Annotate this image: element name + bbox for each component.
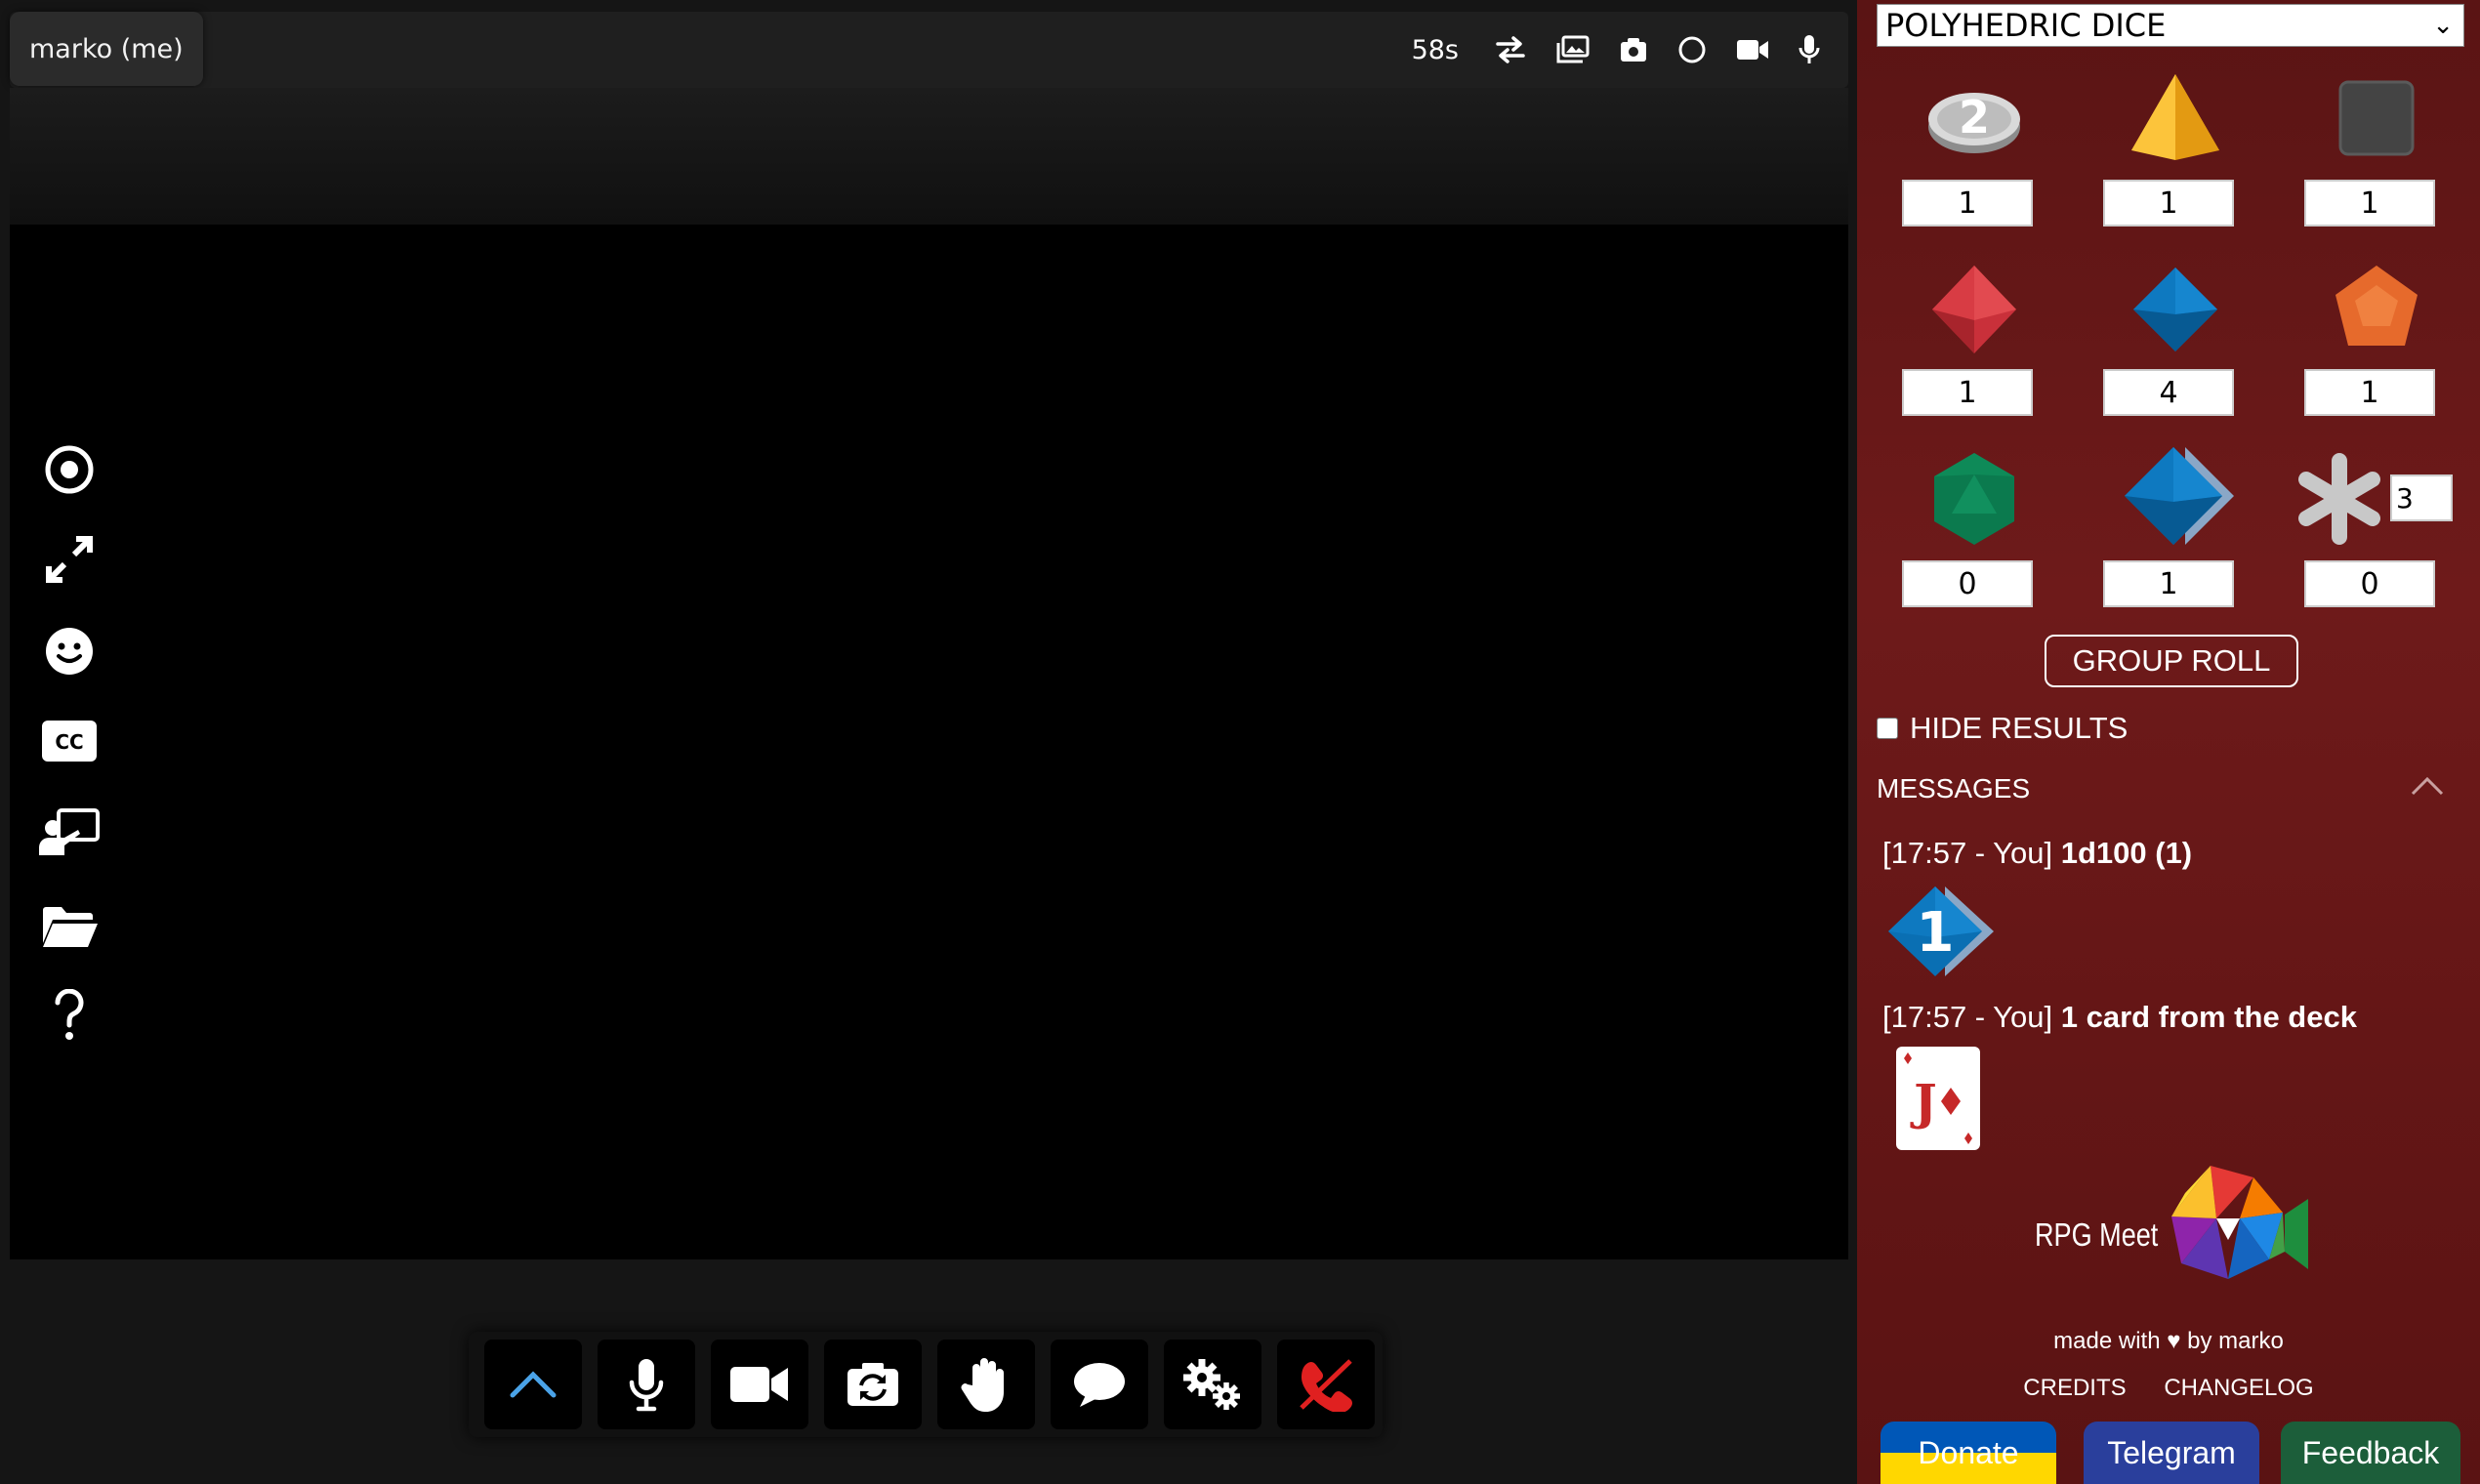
- hide-results-toggle[interactable]: HIDE RESULTS: [1877, 711, 2128, 746]
- switch-camera-button[interactable]: [824, 1340, 922, 1429]
- coin-count-input[interactable]: 1: [1902, 180, 2033, 227]
- dice-set-value: POLYHEDRIC DICE: [1885, 7, 2167, 44]
- message-prefix: [17:57 - You]: [1882, 836, 2053, 870]
- settings-button[interactable]: [1164, 1340, 1261, 1429]
- call-timer: 58s: [1411, 34, 1459, 65]
- video-header-band: [10, 88, 1848, 225]
- target-icon[interactable]: [37, 437, 102, 502]
- d100-die-icon[interactable]: [2113, 441, 2234, 549]
- image-icon[interactable]: [1556, 32, 1590, 67]
- help-icon[interactable]: [37, 984, 102, 1049]
- d10-die-icon[interactable]: [2122, 256, 2229, 363]
- footer-links: CREDITS CHANGELOG: [1857, 1375, 2480, 1402]
- donate-button[interactable]: Donate: [1881, 1422, 2056, 1484]
- raise-hand-icon: [961, 1358, 1004, 1412]
- changelog-link[interactable]: CHANGELOG: [2164, 1375, 2313, 1401]
- top-controls: 58s: [1412, 12, 1820, 88]
- card-rank: J: [1910, 1073, 1937, 1131]
- video-camera-icon: [730, 1367, 788, 1402]
- hang-up-icon: [1300, 1359, 1352, 1412]
- record-circle-icon[interactable]: [1677, 32, 1707, 67]
- dice-panel: POLYHEDRIC DICE ⌄ 2 1 1 1 1 4 1 3 0 1 0 …: [1857, 0, 2480, 1484]
- d4-count-input[interactable]: 1: [2103, 180, 2234, 227]
- folder-icon[interactable]: [37, 894, 102, 959]
- user-name-label: marko (me): [29, 33, 184, 64]
- chat-icon: [1074, 1363, 1125, 1407]
- feedback-button[interactable]: Feedback: [2281, 1422, 2460, 1484]
- message-text: 1 card from the deck: [2060, 1000, 2357, 1034]
- present-screen-icon[interactable]: [37, 801, 102, 865]
- message-prefix: [17:57 - You]: [1882, 1000, 2053, 1034]
- chevron-up-icon[interactable]: [2410, 775, 2445, 802]
- hide-results-label: HIDE RESULTS: [1910, 711, 2129, 745]
- svg-text:CC: CC: [55, 730, 83, 754]
- microphone-button[interactable]: [598, 1340, 695, 1429]
- rpg-meet-logo: [2146, 1162, 2312, 1314]
- playing-card-icon: J: [1892, 1045, 1984, 1152]
- message-item: [17:57 - You] 1 card from the deck: [1882, 1000, 2357, 1035]
- d6-count-input[interactable]: 1: [2304, 180, 2435, 227]
- camera-snapshot-icon[interactable]: [1619, 32, 1648, 67]
- microphone-icon[interactable]: [1798, 32, 1820, 67]
- emoji-icon[interactable]: [37, 619, 102, 683]
- switch-camera-icon: [847, 1363, 898, 1406]
- brand-name: RPG Meet: [2035, 1216, 2159, 1253]
- chevron-up-icon[interactable]: [484, 1340, 582, 1429]
- chat-button[interactable]: [1051, 1340, 1148, 1429]
- credits-link[interactable]: CREDITS: [2023, 1375, 2126, 1401]
- d100-count-input[interactable]: 1: [2103, 560, 2234, 607]
- chevron-down-icon: ⌄: [2432, 11, 2454, 40]
- d4-die-icon[interactable]: [2122, 64, 2229, 172]
- raise-hand-button[interactable]: [937, 1340, 1035, 1429]
- d12-die-icon[interactable]: [2323, 256, 2430, 363]
- d20-die-icon[interactable]: [1921, 445, 2028, 553]
- user-name-chip: marko (me): [10, 12, 203, 86]
- d100-result-icon: 1: [1881, 879, 1998, 986]
- d8-count-input[interactable]: 1: [1902, 369, 2033, 416]
- video-call-area: marko (me) 58s CC: [0, 0, 1857, 1484]
- custom-count-input[interactable]: 0: [2304, 560, 2435, 607]
- d20-count-input[interactable]: 0: [1902, 560, 2033, 607]
- asterisk-custom-die-icon[interactable]: [2291, 445, 2398, 553]
- hang-up-button[interactable]: [1277, 1340, 1375, 1429]
- call-control-bar: [469, 1332, 1383, 1437]
- group-roll-button[interactable]: GROUP ROLL: [2045, 635, 2298, 687]
- d12-count-input[interactable]: 1: [2304, 369, 2435, 416]
- switch-icon[interactable]: [1494, 32, 1527, 67]
- coin-label: 2: [1959, 91, 1990, 144]
- message-text: 1d100 (1): [2060, 836, 2193, 870]
- roll-result-value: 1: [1917, 901, 1955, 965]
- video-stage: [10, 225, 1848, 1259]
- message-item: [17:57 - You] 1d100 (1): [1882, 836, 2192, 871]
- d8-die-icon[interactable]: [1921, 256, 2028, 363]
- fullscreen-icon[interactable]: [37, 527, 102, 592]
- custom-sides-input[interactable]: 3: [2390, 474, 2453, 521]
- hide-results-checkbox[interactable]: [1877, 718, 1898, 739]
- d6-die-icon[interactable]: [2323, 64, 2430, 172]
- d10-count-input[interactable]: 4: [2103, 369, 2234, 416]
- captions-icon[interactable]: CC: [37, 709, 102, 773]
- microphone-icon: [629, 1359, 664, 1412]
- coin-die-icon[interactable]: 2: [1921, 64, 2028, 172]
- messages-title: MESSAGES: [1877, 773, 2031, 804]
- settings-icon: [1183, 1359, 1240, 1410]
- video-camera-button[interactable]: [711, 1340, 808, 1429]
- telegram-button[interactable]: Telegram: [2084, 1422, 2259, 1484]
- video-camera-icon[interactable]: [1736, 32, 1769, 67]
- credit-line: made with ♥ by marko: [2053, 1328, 2284, 1354]
- dice-set-select[interactable]: POLYHEDRIC DICE ⌄: [1877, 4, 2464, 47]
